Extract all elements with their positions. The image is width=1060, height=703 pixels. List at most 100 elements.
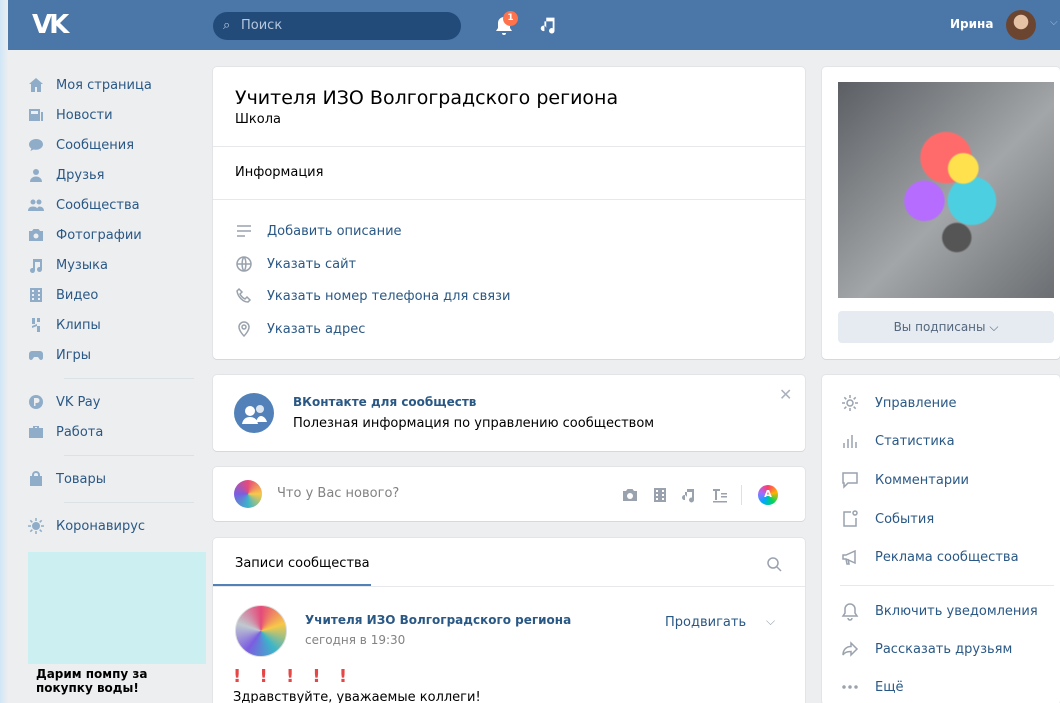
add-site-link[interactable]: Указать сайт — [235, 254, 356, 274]
virus-icon — [28, 518, 44, 534]
notifications-badge: 1 — [503, 11, 518, 26]
music-icon — [28, 257, 44, 273]
post-author[interactable]: Учителя ИЗО Волгоградского региона — [305, 613, 571, 627]
sidebar-item-label: Музыка — [56, 257, 108, 273]
post-exclamations: ! ! ! ! ! — [233, 666, 354, 687]
manage-link[interactable]: Управление — [840, 391, 957, 415]
vk-logo[interactable]: VK — [32, 10, 74, 40]
nav-divider — [64, 502, 194, 503]
stats-icon — [843, 435, 857, 448]
music-icon[interactable] — [538, 14, 560, 36]
bell-icon — [841, 603, 859, 621]
more-icon — [842, 685, 858, 689]
tools-divider — [741, 485, 742, 505]
sidebar-item-vkpay[interactable]: VK Pay — [28, 387, 206, 417]
music-icon[interactable] — [681, 486, 699, 504]
subscribed-button[interactable]: Вы подписаны ⌵ — [838, 311, 1054, 343]
sidebar-item-clips[interactable]: Клипы — [28, 310, 206, 340]
add-address-link[interactable]: Указать адрес — [235, 319, 365, 339]
sidebar-item-label: Видео — [56, 287, 99, 303]
sidebar-item-work[interactable]: Работа — [28, 417, 206, 447]
close-icon[interactable]: ✕ — [779, 385, 792, 404]
vkpay-icon — [28, 394, 44, 410]
sidebar-item-video[interactable]: Видео — [28, 280, 206, 310]
window-edge — [0, 0, 8, 703]
poster-icon[interactable]: A — [758, 485, 778, 505]
divider — [213, 586, 805, 587]
home-icon — [28, 77, 44, 93]
chevron-down-icon[interactable]: ⌵ — [1050, 17, 1058, 28]
sidebar-item-covid[interactable]: Коронавирус — [28, 511, 206, 541]
search-icon[interactable] — [765, 555, 783, 573]
sidebar-item-music[interactable]: Музыка — [28, 250, 206, 280]
ad-image[interactable] — [28, 552, 206, 664]
messages-icon — [28, 137, 44, 153]
sidebar-item-label: Сообщения — [56, 137, 135, 153]
sidebar-item-label: Сообщества — [56, 197, 140, 213]
community-actions: Управление Статистика Комментарии Событи… — [822, 375, 1060, 703]
games-icon — [28, 347, 44, 363]
work-icon — [28, 424, 44, 440]
actions-divider — [840, 585, 1054, 586]
community-info-card: Учителя ИЗО Волгоградского региона Школа… — [213, 67, 805, 359]
add-phone-link[interactable]: Указать номер телефона для связи — [235, 286, 510, 306]
statistics-link[interactable]: Статистика — [840, 429, 955, 453]
search-input[interactable]: ⌕ Поиск — [213, 12, 461, 40]
clips-icon — [28, 317, 44, 333]
page-subtitle: Школа — [235, 112, 281, 127]
community-photo[interactable] — [838, 82, 1054, 298]
sidebar-item-label: Работа — [56, 424, 104, 440]
sidebar-item-label: Товары — [56, 471, 107, 487]
tab-community-posts[interactable]: Записи сообщества — [235, 556, 370, 571]
post-author-avatar[interactable] — [235, 605, 287, 657]
share-link[interactable]: Рассказать друзьям — [840, 637, 1012, 661]
ad-text[interactable]: Дарим помпу за покупку воды! — [36, 667, 206, 695]
sidebar-item-home[interactable]: Моя страница — [28, 70, 206, 100]
add-description-link[interactable]: Добавить описание — [235, 221, 402, 241]
vk-card-title[interactable]: ВКонтакте для сообществ — [293, 395, 476, 409]
sidebar-item-photos[interactable]: Фотографии — [28, 220, 206, 250]
phone-icon — [236, 287, 252, 303]
calendar-icon — [843, 510, 858, 527]
user-avatar[interactable] — [1006, 10, 1036, 40]
sidebar-item-label: Новости — [56, 107, 113, 123]
nav-divider — [64, 378, 194, 379]
sidebar-item-games[interactable]: Игры — [28, 340, 206, 370]
gear-icon — [842, 395, 858, 411]
comments-link[interactable]: Комментарии — [840, 468, 969, 492]
sidebar-item-label: Моя страница — [56, 77, 152, 93]
groups-icon — [28, 197, 44, 213]
globe-icon — [236, 256, 252, 272]
more-link[interactable]: Ещё — [840, 675, 903, 699]
sidebar-item-friends[interactable]: Друзья — [28, 160, 206, 190]
sidebar-item-goods[interactable]: Товары — [28, 464, 206, 494]
post-composer[interactable]: Что у Вас нового? A — [213, 467, 805, 521]
sidebar-item-label: Фотографии — [56, 227, 142, 243]
camera-icon[interactable] — [621, 486, 639, 504]
sidebar-item-label: Коронавирус — [56, 518, 146, 534]
sidebar-item-news[interactable]: Новости — [28, 100, 206, 130]
ads-link[interactable]: Реклама сообщества — [840, 545, 1019, 569]
nav-divider — [64, 455, 194, 456]
sidebar-item-label: Друзья — [56, 167, 105, 183]
share-icon — [842, 641, 859, 657]
composer-tools: A — [621, 485, 790, 505]
post-input[interactable]: Что у Вас нового? — [277, 486, 399, 501]
lines-icon — [237, 225, 251, 237]
post-time[interactable]: сегодня в 19:30 — [305, 633, 405, 647]
video-icon[interactable] — [651, 486, 669, 504]
sidebar-item-label: Игры — [56, 347, 92, 363]
community-cover-card: Вы подписаны ⌵ — [822, 67, 1060, 359]
events-link[interactable]: События — [840, 507, 934, 531]
user-name[interactable]: Ирина — [950, 17, 993, 31]
promote-button[interactable]: Продвигать — [665, 615, 746, 630]
location-icon — [238, 321, 250, 338]
article-icon[interactable] — [711, 486, 729, 504]
chevron-down-icon[interactable]: ⌵ — [766, 614, 775, 629]
vk-for-communities-card[interactable]: ВКонтакте для сообществ Полезная информа… — [213, 375, 805, 451]
sidebar-item-groups[interactable]: Сообщества — [28, 190, 206, 220]
news-icon — [28, 107, 44, 123]
sidebar-item-messages[interactable]: Сообщения — [28, 130, 206, 160]
notifications-link[interactable]: Включить уведомления — [840, 599, 1038, 623]
megaphone-icon — [842, 549, 856, 565]
